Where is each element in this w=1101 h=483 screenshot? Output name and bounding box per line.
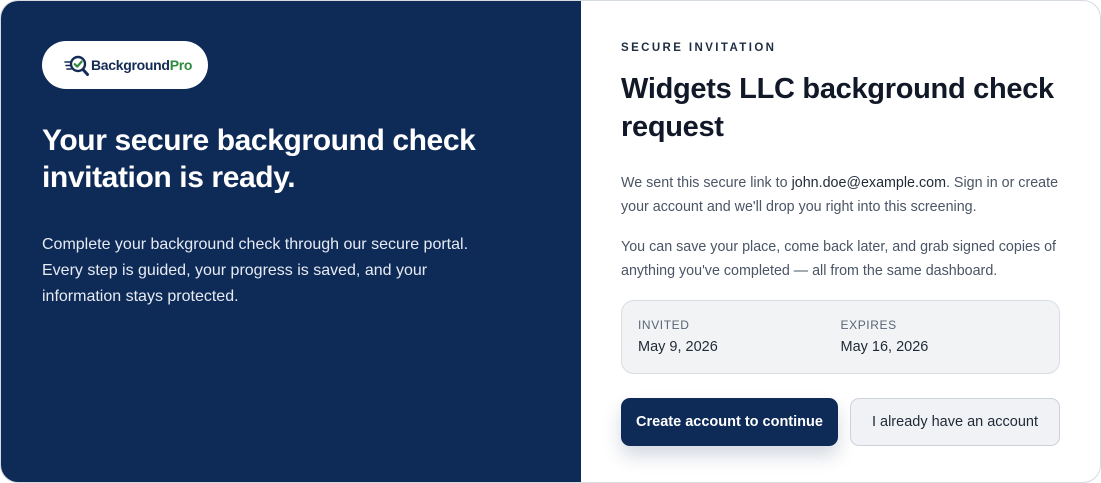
invited-label: INVITED: [638, 318, 690, 332]
brand-wordmark: BackgroundPro: [91, 57, 193, 73]
eyebrow-label: SECURE INVITATION: [621, 42, 777, 54]
expires-value: May 16, 2026: [840, 339, 929, 355]
invitation-card: BackgroundPro Your secure background che…: [0, 0, 1101, 483]
expires-date: EXPIRES May 16, 2026: [841, 318, 1044, 373]
details-panel: SECURE INVITATION Widgets LLC background…: [581, 1, 1100, 482]
save-progress-notice: You can save your place, come back later…: [621, 239, 1057, 279]
action-buttons: Create account to continue I already hav…: [621, 398, 1060, 446]
sign-in-button[interactable]: I already have an account: [850, 398, 1060, 446]
hero-description: Complete your background check through o…: [42, 236, 469, 305]
recipient-email: john.doe@example.com: [791, 175, 946, 191]
magnifier-check-icon: [64, 55, 89, 76]
brand-logo: BackgroundPro: [42, 41, 208, 89]
hero-headline: Your secure background check invitation …: [42, 124, 476, 194]
create-account-button[interactable]: Create account to continue: [621, 398, 838, 446]
expires-label: EXPIRES: [840, 318, 897, 332]
request-title: Widgets LLC background check request: [621, 73, 1054, 143]
invited-value: May 9, 2026: [638, 339, 718, 355]
email-notice: We sent this secure link to john.doe@exa…: [621, 171, 1060, 219]
hero-panel: BackgroundPro Your secure background che…: [1, 1, 581, 482]
invited-date: INVITED May 9, 2026: [638, 318, 841, 373]
email-notice-prefix: We sent this secure link to: [621, 175, 792, 191]
invitation-dates: INVITED May 9, 2026 EXPIRES May 16, 2026: [621, 300, 1060, 374]
